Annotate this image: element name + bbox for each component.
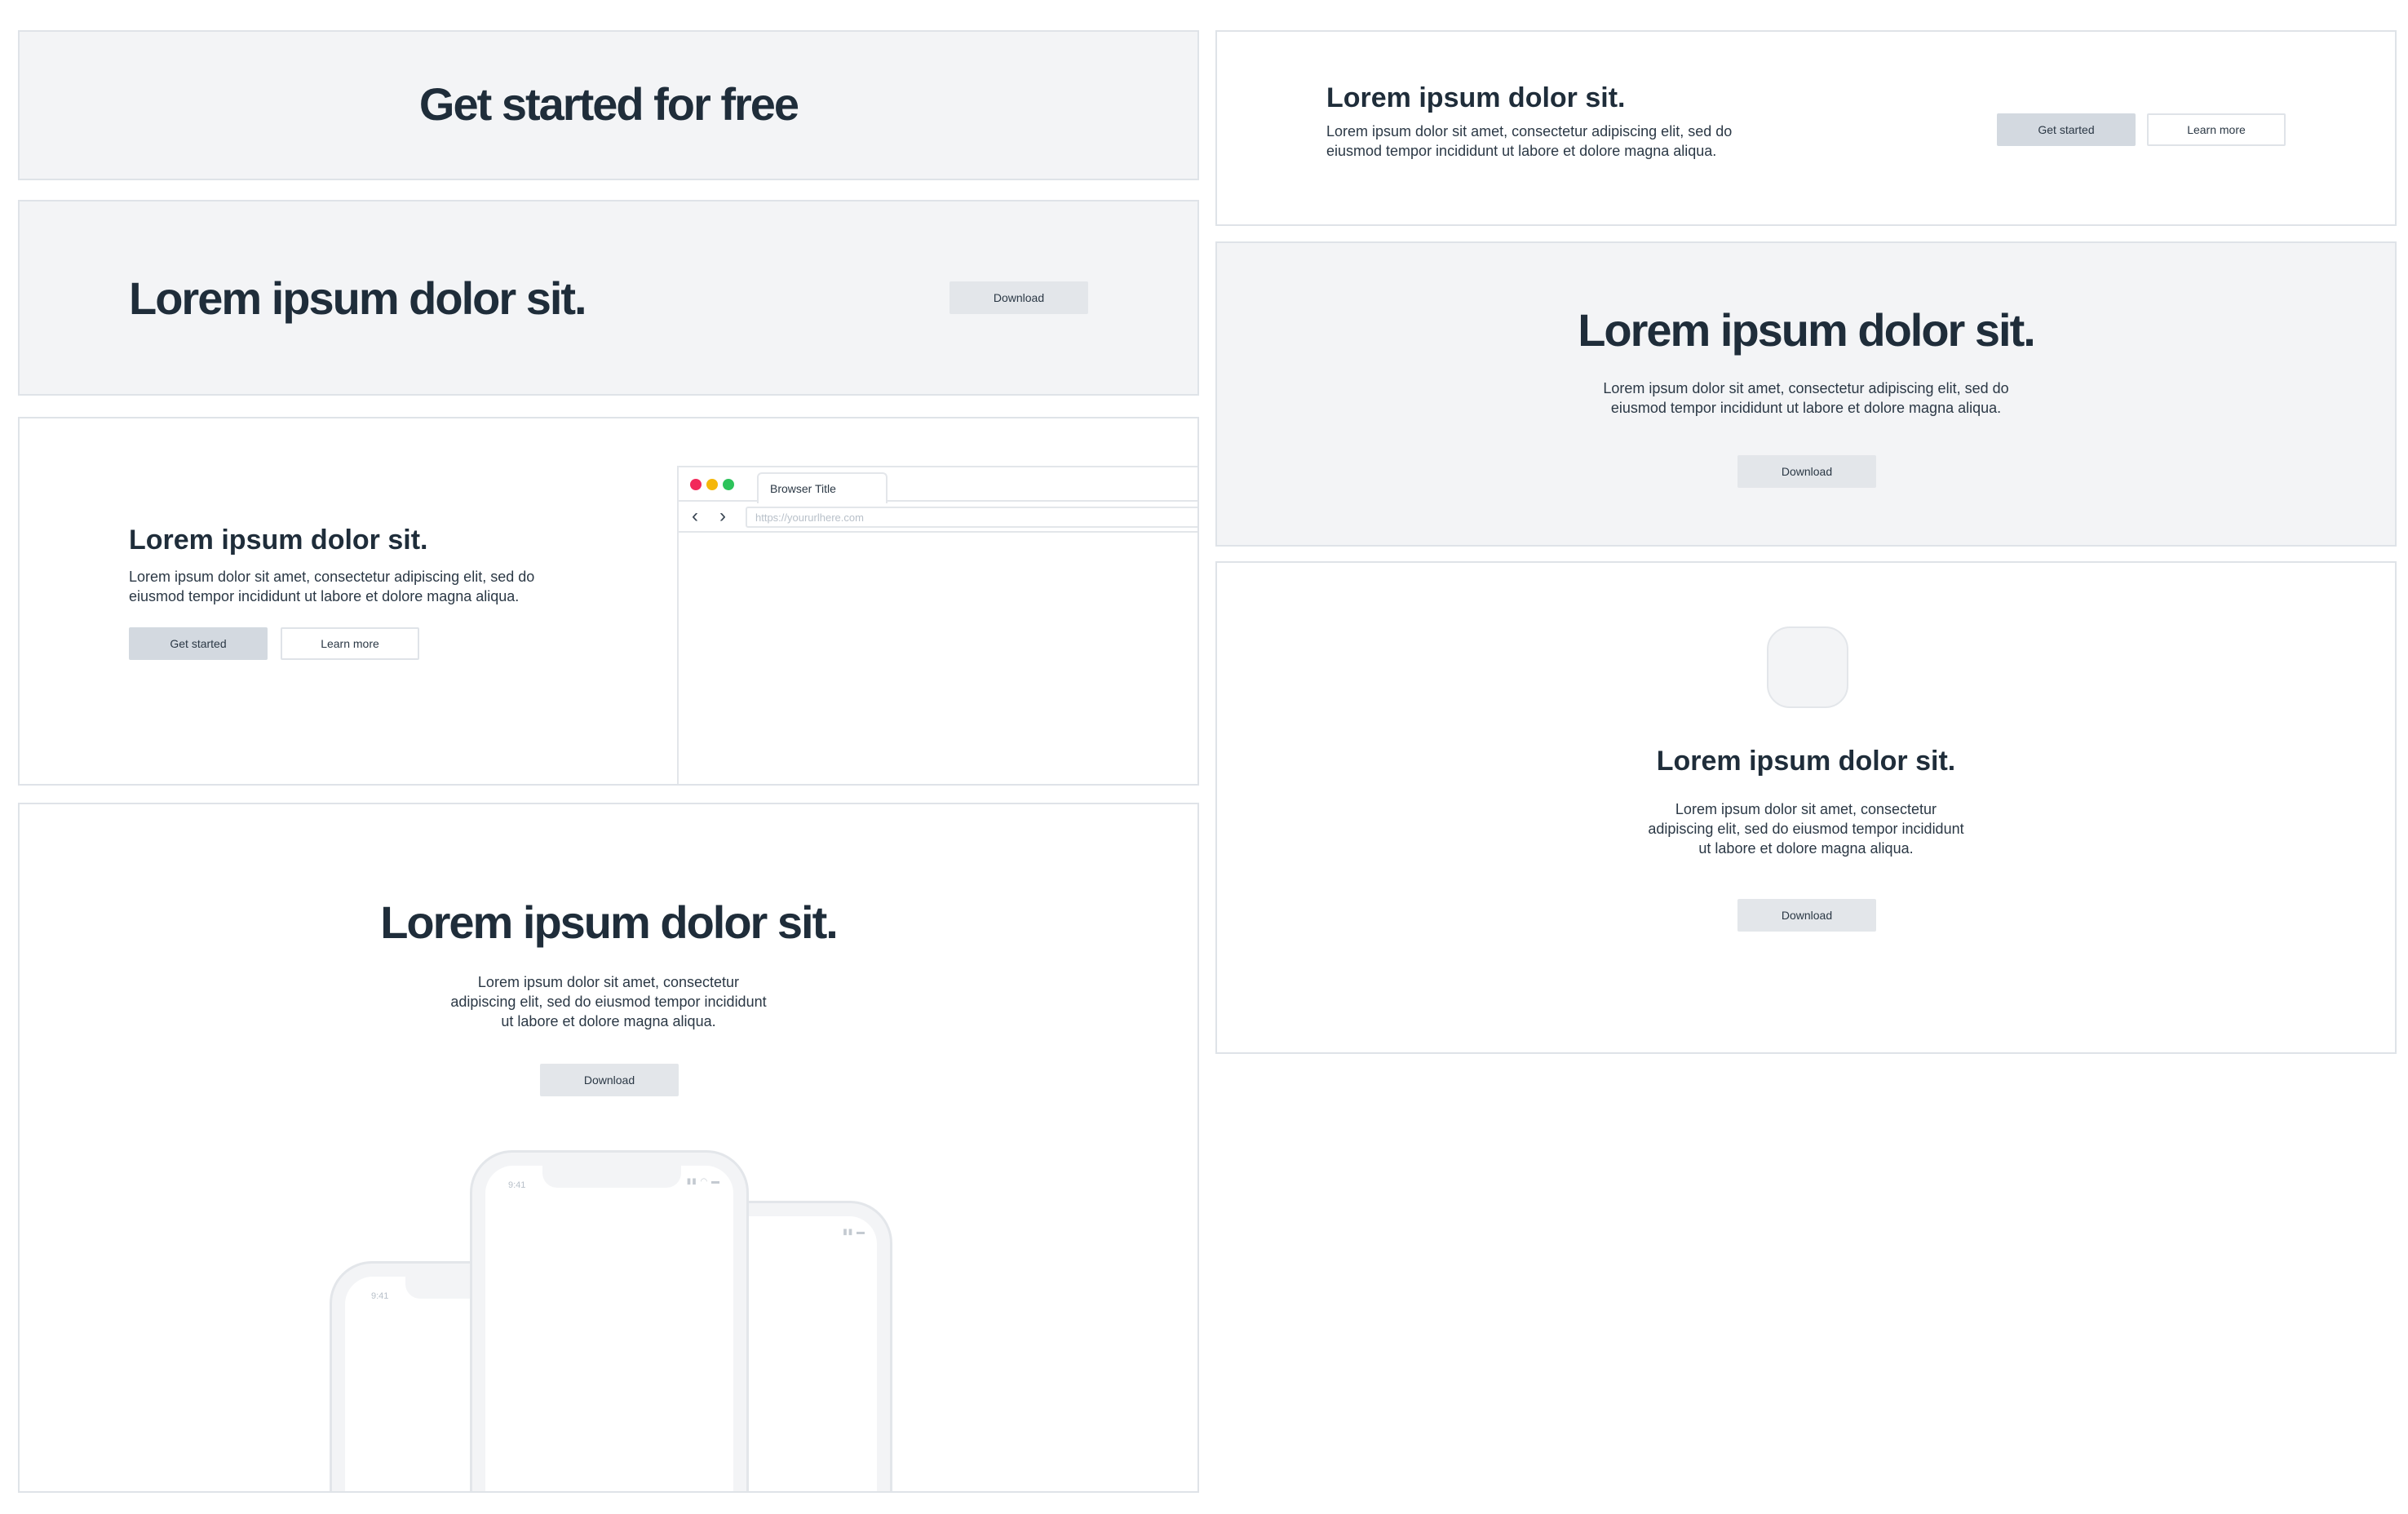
card-hero-phones: Lorem ipsum dolor sit. Lorem ipsum dolor… <box>18 803 1199 1493</box>
phone-time: 9:41 <box>371 1291 389 1301</box>
card-get-started-banner: Get started for free <box>18 30 1199 180</box>
download-button[interactable]: Download <box>1737 455 1876 488</box>
learn-more-button[interactable]: Learn more <box>2147 113 2286 146</box>
learn-more-button[interactable]: Learn more <box>281 627 419 660</box>
card-split-cta: Lorem ipsum dolor sit. Lorem ipsum dolor… <box>1215 30 2397 226</box>
card-title: Lorem ipsum dolor sit. <box>1326 82 1626 113</box>
chevron-left-icon[interactable]: ‹ <box>692 505 698 528</box>
phone-time: 9:41 <box>508 1180 526 1190</box>
card-hero-browser: Lorem ipsum dolor sit. Lorem ipsum dolor… <box>18 417 1199 786</box>
minimize-dot-icon <box>706 479 718 490</box>
card-title: Lorem ipsum dolor sit. <box>1656 746 1956 777</box>
battery-icon: ▮▮ ▬ <box>843 1228 865 1237</box>
card-description: Lorem ipsum dolor sit amet, consectetur … <box>1326 123 1733 159</box>
url-input[interactable]: https://yoururlhere.com <box>746 507 1197 528</box>
app-icon <box>1767 626 1848 708</box>
page: Get started for free Lorem ipsum dolor s… <box>0 0 2408 1514</box>
card-title: Lorem ipsum dolor sit. <box>1578 304 2036 356</box>
card-description: Lorem ipsum dolor sit amet, consectetur … <box>129 569 535 604</box>
download-button[interactable]: Download <box>1737 899 1876 932</box>
browser-url-row: ‹ › https://yoururlhere.com <box>679 502 1197 533</box>
download-button[interactable]: Download <box>540 1064 679 1096</box>
chevron-right-icon[interactable]: › <box>719 505 726 528</box>
close-dot-icon <box>690 479 702 490</box>
download-button[interactable]: Download <box>949 281 1088 314</box>
browser-title-bar: Browser Title <box>679 467 1197 503</box>
maximize-dot-icon <box>723 479 734 490</box>
card-title: Lorem ipsum dolor sit. <box>129 272 587 324</box>
card-centered-download: Lorem ipsum dolor sit. Lorem ipsum dolor… <box>1215 241 2397 547</box>
wifi-icon: ▮▮ ◠ ▬ <box>686 1177 720 1186</box>
card-description: Lorem ipsum dolor sit amet, consectetur … <box>450 974 767 1029</box>
get-started-button[interactable]: Get started <box>129 627 268 660</box>
card-title: Lorem ipsum dolor sit. <box>129 525 428 556</box>
phone-mockup-center: 9:41 ▮▮ ◠ ▬ <box>470 1150 749 1491</box>
card-description: Lorem ipsum dolor sit amet, consectetur … <box>1648 801 1964 857</box>
card-app-icon: Lorem ipsum dolor sit. Lorem ipsum dolor… <box>1215 561 2397 1054</box>
browser-tab[interactable]: Browser Title <box>757 472 888 503</box>
card-title: Lorem ipsum dolor sit. <box>380 896 839 948</box>
browser-mockup: Browser Title ‹ › https://yoururlhere.co… <box>677 466 1197 784</box>
card-description: Lorem ipsum dolor sit amet, consectetur … <box>1603 380 2009 416</box>
get-started-button[interactable]: Get started <box>1997 113 2136 146</box>
banner-title: Get started for free <box>418 78 799 130</box>
card-title-download: Lorem ipsum dolor sit. Download <box>18 200 1199 396</box>
